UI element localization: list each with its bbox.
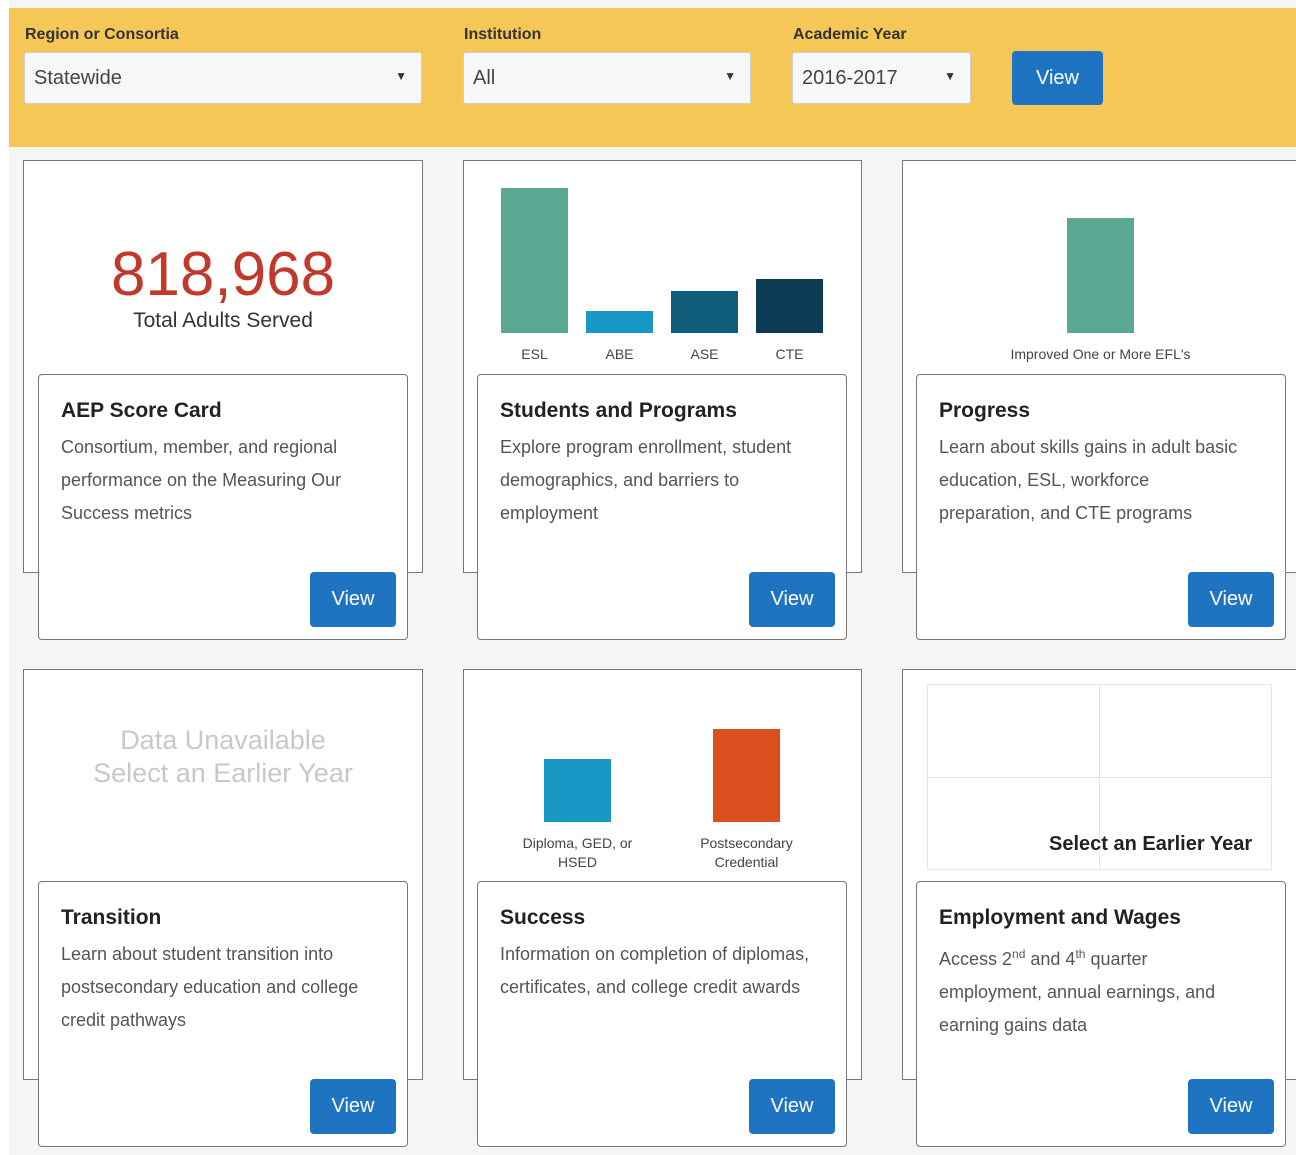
employment-view-button[interactable]: View [1188,1079,1274,1134]
card-description: Information on completion of diplomas, c… [500,944,810,997]
desc-text: and 4 [1025,949,1076,969]
card-title: Progress [939,399,1031,422]
chart-tick-label: CTE [775,346,804,362]
success-panel: Success Information on completion of dip… [477,881,847,1147]
card-title: Employment and Wages [939,906,1181,929]
chart-bar-abe [586,311,653,333]
chart-bar-diploma-ged-or-hsed [544,758,611,822]
data-unavailable-message: Data Unavailable Select an Earlier Year [24,724,422,790]
select-earlier-year-line: Select an Earlier Year [93,758,353,788]
employment-panel: Employment and Wages Access 2nd and 4th … [916,881,1286,1147]
desc-superscript: nd [1012,947,1026,961]
filter-bar: Region or Consortia Statewide ▼ Institut… [9,8,1296,147]
chevron-down-icon: ▼ [944,69,956,83]
card-description: Access 2nd and 4th quarter employment, a… [939,938,1249,1042]
chart-bar-ase [671,290,738,333]
chart-bar-esl [501,188,568,333]
students-view-button[interactable]: View [749,572,835,627]
chart-bar-improved-one-or-more-efl-s [1067,218,1134,333]
success-view-button[interactable]: View [749,1079,835,1134]
card-description: Learn about student transition into post… [61,944,359,1030]
card-description: Learn about skills gains in adult basic … [939,437,1238,523]
card-description: Explore program enrollment, student demo… [500,437,792,523]
unavailable-line: Data Unavailable [120,725,326,755]
progress-panel: Progress Learn about skills gains in adu… [916,374,1286,640]
chart-bar-postsecondary-credential [713,729,780,822]
region-select[interactable]: Statewide ▼ [24,52,422,104]
year-label: Academic Year [793,26,907,43]
year-select[interactable]: 2016-2017 ▼ [792,52,971,104]
progress-view-button[interactable]: View [1188,572,1274,627]
left-edge [0,0,9,1155]
grid-line [927,777,1272,778]
card-title: Students and Programs [500,399,737,422]
transition-panel: Transition Learn about student transitio… [38,881,408,1147]
year-select-value: 2016-2017 [802,67,898,89]
scorecard-panel: AEP Score Card Consortium, member, and r… [38,374,408,640]
institution-select-value: All [473,67,496,89]
total-adults-number: 818,968 [110,240,336,309]
card-title: AEP Score Card [61,399,222,422]
desc-text: Access 2 [939,949,1013,969]
chart-bar-cte [756,279,823,333]
filter-view-button[interactable]: View [1012,51,1103,105]
card-title: Transition [61,906,162,929]
chevron-down-icon: ▼ [395,69,407,83]
chart-tick-label: Improved One or More EFL's [1010,346,1191,362]
total-adults-caption: Total Adults Served [133,309,313,332]
chart-tick-label: Postsecondary Credential [700,835,793,870]
chevron-down-icon: ▼ [724,69,736,83]
chart-tick-label: Diploma, GED, or HSED [522,835,633,870]
institution-label: Institution [464,26,542,43]
region-label: Region or Consortia [25,26,179,43]
scorecard-view-button[interactable]: View [310,572,396,627]
select-earlier-year-overlay: Select an Earlier Year [1049,833,1253,855]
students-panel: Students and Programs Explore program en… [477,374,847,640]
region-select-value: Statewide [34,67,122,89]
card-title: Success [500,906,586,929]
card-description: Consortium, member, and regional perform… [61,437,342,523]
desc-superscript: th [1075,947,1086,961]
transition-view-button[interactable]: View [310,1079,396,1134]
institution-select[interactable]: All ▼ [463,52,751,104]
